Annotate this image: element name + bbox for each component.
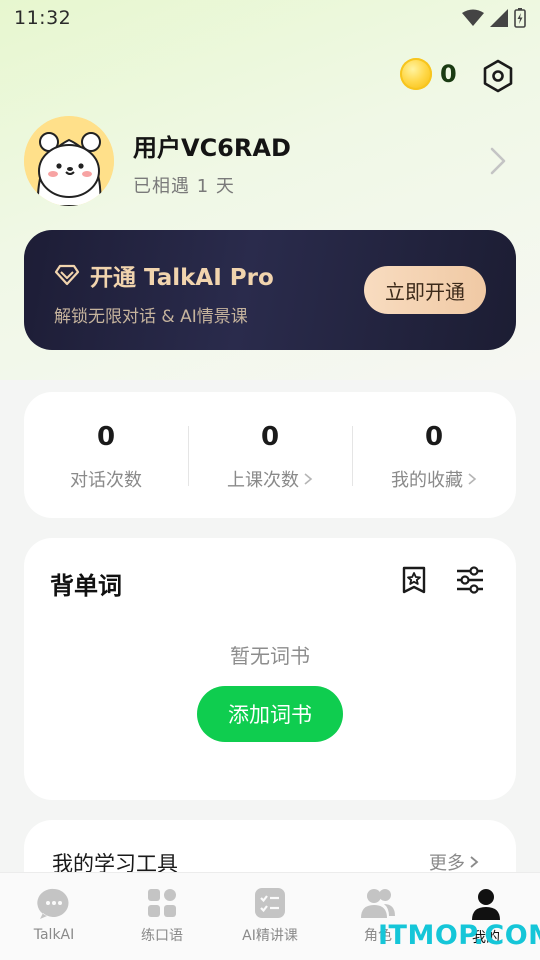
stat-divider <box>188 426 189 486</box>
signal-icon <box>490 9 508 27</box>
tab-practice[interactable]: 练口语 <box>108 873 216 960</box>
pro-title: 开通 TalkAI Pro <box>90 265 274 291</box>
tab-label: 练口语 <box>141 928 183 944</box>
days-met: 已相遇 1 天 <box>133 176 235 197</box>
coin-balance[interactable]: 0 <box>400 58 457 90</box>
chevron-right-icon <box>468 473 477 485</box>
profile-chevron-icon[interactable] <box>488 146 508 180</box>
stat-label-text: 对话次数 <box>70 470 142 491</box>
stat-divider <box>352 426 353 486</box>
pro-banner[interactable]: 开通 TalkAI Pro 解锁无限对话 & AI情景课 立即开通 <box>24 230 516 350</box>
chevron-right-icon <box>470 856 479 868</box>
stat-label: 上课次数 <box>227 466 313 492</box>
tab-label: TalkAI <box>33 927 75 943</box>
pro-title-row: 开通 TalkAI Pro <box>54 258 274 292</box>
checklist-icon <box>255 888 285 918</box>
avatar[interactable] <box>24 116 114 206</box>
chat-bubble-icon <box>37 888 69 919</box>
diamond-icon <box>54 264 80 286</box>
status-time: 11:32 <box>14 7 72 29</box>
stat-label-text: 我的收藏 <box>391 470 463 491</box>
coin-count: 0 <box>440 60 457 88</box>
sliders-icon <box>457 566 483 594</box>
people-icon <box>361 889 395 918</box>
stat-label: 对话次数 <box>70 466 142 492</box>
status-icons <box>462 8 526 28</box>
vocab-empty-text: 暂无词书 <box>230 644 310 668</box>
stat-value: 0 <box>424 422 444 452</box>
wifi-icon <box>462 9 484 26</box>
tab-label: AI精讲课 <box>242 928 298 944</box>
stat-favorites[interactable]: 0 我的收藏 <box>352 392 516 518</box>
vocab-title: 背单词 <box>50 572 122 600</box>
stat-value: 0 <box>260 422 280 452</box>
stat-label-text: 上课次数 <box>227 470 299 491</box>
settings-button[interactable] <box>480 58 516 94</box>
vocab-card: 背单词 暂无词书 添加词书 <box>24 538 516 800</box>
add-wordbook-button[interactable]: 添加词书 <box>197 686 343 742</box>
grid-icon <box>148 889 176 917</box>
stats-card: 0 对话次数 0 上课次数 0 我的收藏 <box>24 392 516 518</box>
activate-pro-button[interactable]: 立即开通 <box>364 266 486 314</box>
status-bar: 11:32 <box>0 0 540 36</box>
username: 用户VC6RAD <box>133 134 291 162</box>
stat-value: 0 <box>96 422 116 452</box>
person-icon <box>472 889 500 920</box>
watermark-text: ITMOP.COM <box>378 920 540 951</box>
chevron-right-icon <box>304 473 313 485</box>
bear-avatar-icon <box>24 116 114 206</box>
vocab-favorites-button[interactable] <box>398 564 430 596</box>
stat-label: 我的收藏 <box>391 466 477 492</box>
vocab-settings-button[interactable] <box>454 564 486 596</box>
tab-talkai[interactable]: TalkAI <box>0 873 108 960</box>
battery-icon <box>514 8 526 28</box>
settings-icon <box>483 59 513 93</box>
tab-ai-lessons[interactable]: AI精讲课 <box>216 873 324 960</box>
stat-conversations[interactable]: 0 对话次数 <box>24 392 188 518</box>
stat-lessons[interactable]: 0 上课次数 <box>188 392 352 518</box>
star-bookmark-icon <box>402 566 426 594</box>
pro-subtitle: 解锁无限对话 & AI情景课 <box>54 307 248 327</box>
coin-icon <box>400 58 432 90</box>
